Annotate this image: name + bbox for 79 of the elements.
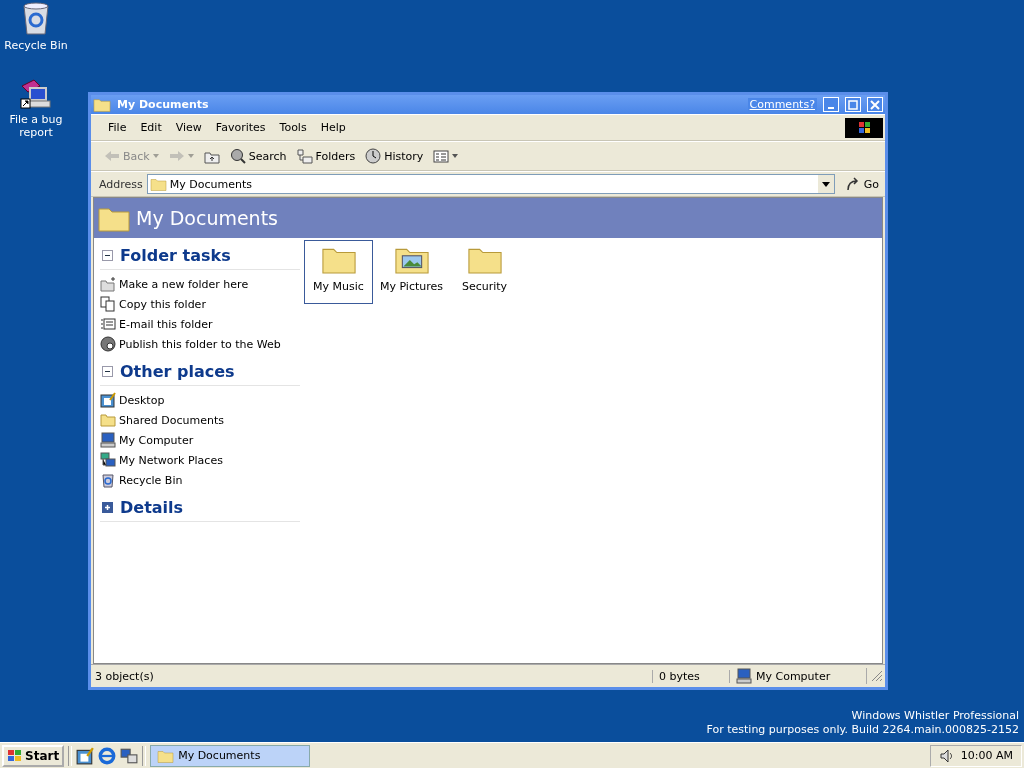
task-link[interactable]: Recycle Bin (119, 473, 183, 487)
task-link[interactable]: My Computer (119, 433, 194, 447)
dropdown-button[interactable] (817, 175, 834, 193)
collapse-icon[interactable] (102, 250, 113, 261)
minimize-button[interactable] (823, 97, 839, 112)
caret-icon (187, 154, 194, 158)
clock: 10:00 AM (960, 749, 1013, 762)
desktop-icon[interactable] (76, 746, 95, 765)
curved-arrow-icon (844, 176, 861, 192)
panel-title[interactable]: Folder tasks (120, 246, 231, 265)
folder-item[interactable]: My Pictures (377, 240, 446, 304)
status-object-count: 3 object(s) (91, 669, 653, 683)
task-link[interactable]: Publish this folder to the Web (119, 337, 281, 351)
maximize-icon (848, 99, 858, 110)
folder-item[interactable]: Security (450, 240, 519, 304)
resize-grip-icon[interactable] (871, 670, 883, 682)
folder-icon (100, 412, 116, 428)
trash-can-icon[interactable] (21, 2, 51, 36)
build-info-text: For testing purposes only. Build 2264.main.000825-2152 (706, 723, 1019, 737)
desktop-icon-label[interactable]: Recycle Bin (4, 39, 68, 52)
close-icon (870, 99, 880, 110)
collapse-icon[interactable] (102, 366, 113, 377)
book-computer-icon[interactable] (20, 78, 52, 110)
status-size: 0 bytes (653, 669, 730, 683)
folder-item[interactable]: My Music (304, 240, 373, 304)
windows-logo-icon (7, 748, 23, 763)
copy-icon (100, 296, 116, 312)
start-button[interactable]: Start (2, 744, 65, 767)
maximize-button[interactable] (845, 97, 861, 112)
trash-can-icon (100, 472, 116, 488)
comments-link[interactable]: Comments? (747, 98, 817, 111)
folders-button[interactable]: Folders (293, 148, 359, 164)
search-icon (229, 148, 246, 164)
history-button[interactable]: History (362, 148, 427, 164)
task-link[interactable]: Shared Documents (119, 413, 224, 427)
desktop-icon (100, 392, 116, 408)
list-view-icon (433, 148, 450, 164)
menu-item[interactable]: Edit (133, 121, 169, 134)
computer-icon (100, 432, 116, 448)
menu-item[interactable]: Tools (272, 121, 314, 134)
expand-icon[interactable] (102, 502, 113, 513)
task-link[interactable]: E-mail this folder (119, 317, 213, 331)
build-info-text: Windows Whistler Professional (851, 709, 1019, 723)
folder-icon (149, 177, 167, 191)
menu-item[interactable]: Favorites (208, 121, 273, 134)
computer-icon (736, 668, 752, 684)
search-button[interactable]: Search (226, 148, 290, 164)
go-button[interactable]: Go (838, 176, 885, 192)
task-link[interactable]: Copy this folder (119, 297, 206, 311)
task-link[interactable]: Make a new folder here (119, 277, 249, 291)
window-title: My Documents (117, 98, 209, 111)
speaker-icon[interactable] (938, 747, 955, 764)
address-field[interactable]: My Documents (146, 174, 835, 194)
network-icon (100, 452, 116, 468)
panel-title[interactable]: Other places (120, 362, 235, 381)
folder-header-title: My Documents (136, 207, 278, 229)
clock-icon (365, 148, 382, 164)
task-link[interactable]: Desktop (119, 393, 165, 407)
close-button[interactable] (867, 97, 883, 112)
menu-item[interactable]: File (101, 121, 134, 134)
taskbar-button[interactable]: My Documents (150, 744, 311, 767)
caret-icon (152, 154, 159, 158)
minimize-icon (828, 107, 834, 109)
email-icon (100, 316, 116, 332)
right-arrow-icon (168, 148, 185, 164)
folder-tree-icon (296, 148, 313, 164)
panel-title[interactable]: Details (120, 498, 184, 517)
desktop-icon-label[interactable]: File a bug report (4, 113, 68, 139)
menu-item[interactable]: Help (313, 121, 353, 134)
left-arrow-icon (104, 148, 120, 164)
folder-icon (157, 748, 175, 763)
windows-logo-icon (845, 117, 883, 138)
folder-icon (93, 97, 111, 112)
caret-icon (452, 154, 459, 158)
folder-icon (100, 276, 116, 292)
address-label: Address (99, 177, 143, 191)
task-link[interactable]: My Network Places (119, 453, 223, 467)
menu-item[interactable]: View (168, 121, 209, 134)
status-zone: My Computer (756, 669, 831, 683)
